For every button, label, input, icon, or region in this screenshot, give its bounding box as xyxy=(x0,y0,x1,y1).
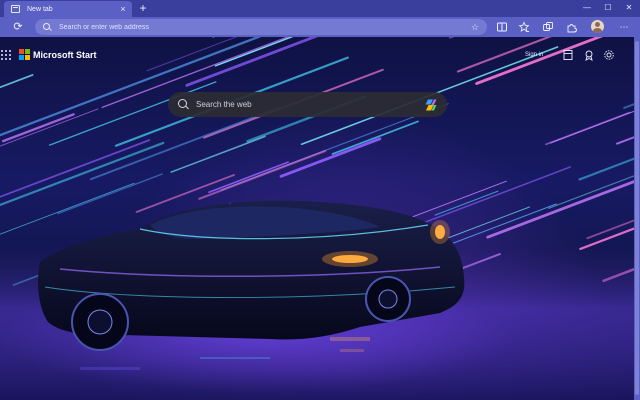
layout-icon[interactable] xyxy=(562,49,574,61)
title-bar: New tab × + — ☐ ✕ xyxy=(0,0,640,17)
settings-icon[interactable] xyxy=(603,49,615,61)
new-tab-page: Microsoft Start Sign in xyxy=(0,37,634,400)
web-search-box[interactable] xyxy=(168,92,447,117)
extensions-icon[interactable] xyxy=(566,21,578,33)
search-icon xyxy=(178,99,189,110)
tab-close-button[interactable]: × xyxy=(118,4,128,14)
address-input[interactable] xyxy=(59,23,471,31)
new-tab-button[interactable]: + xyxy=(137,1,149,15)
favorite-star-icon[interactable]: ☆ xyxy=(471,22,479,33)
search-icon xyxy=(43,23,51,31)
maximize-button[interactable]: ☐ xyxy=(598,1,618,15)
more-options-icon[interactable]: ⋯ xyxy=(618,21,630,33)
copilot-icon[interactable] xyxy=(424,98,438,112)
scrollbar-thumb[interactable] xyxy=(635,41,639,395)
tab-title: New tab xyxy=(27,5,53,13)
refresh-button[interactable]: ⟳ xyxy=(11,20,25,34)
collections-icon[interactable] xyxy=(542,21,554,33)
rewards-icon[interactable] xyxy=(583,49,595,61)
tab-new-tab[interactable]: New tab × xyxy=(4,1,132,17)
address-bar[interactable]: ☆ xyxy=(35,19,487,35)
browser-toolbar: ⟳ ☆ ⋯ xyxy=(0,17,640,37)
brand-header: Microsoft Start xyxy=(0,49,97,60)
close-window-button[interactable]: ✕ xyxy=(619,1,639,15)
page-icon xyxy=(11,5,20,13)
web-search-input[interactable] xyxy=(196,100,424,109)
favorites-icon[interactable] xyxy=(518,21,530,33)
split-screen-icon[interactable] xyxy=(496,21,508,33)
minimize-button[interactable]: — xyxy=(577,1,597,15)
brand-name[interactable]: Microsoft Start xyxy=(33,50,97,60)
page-scrollbar[interactable] xyxy=(634,37,640,400)
sign-in-link[interactable]: Sign in xyxy=(525,52,543,58)
profile-avatar[interactable] xyxy=(591,20,604,33)
microsoft-logo-icon xyxy=(19,49,30,60)
apps-grid-icon[interactable] xyxy=(1,49,11,60)
